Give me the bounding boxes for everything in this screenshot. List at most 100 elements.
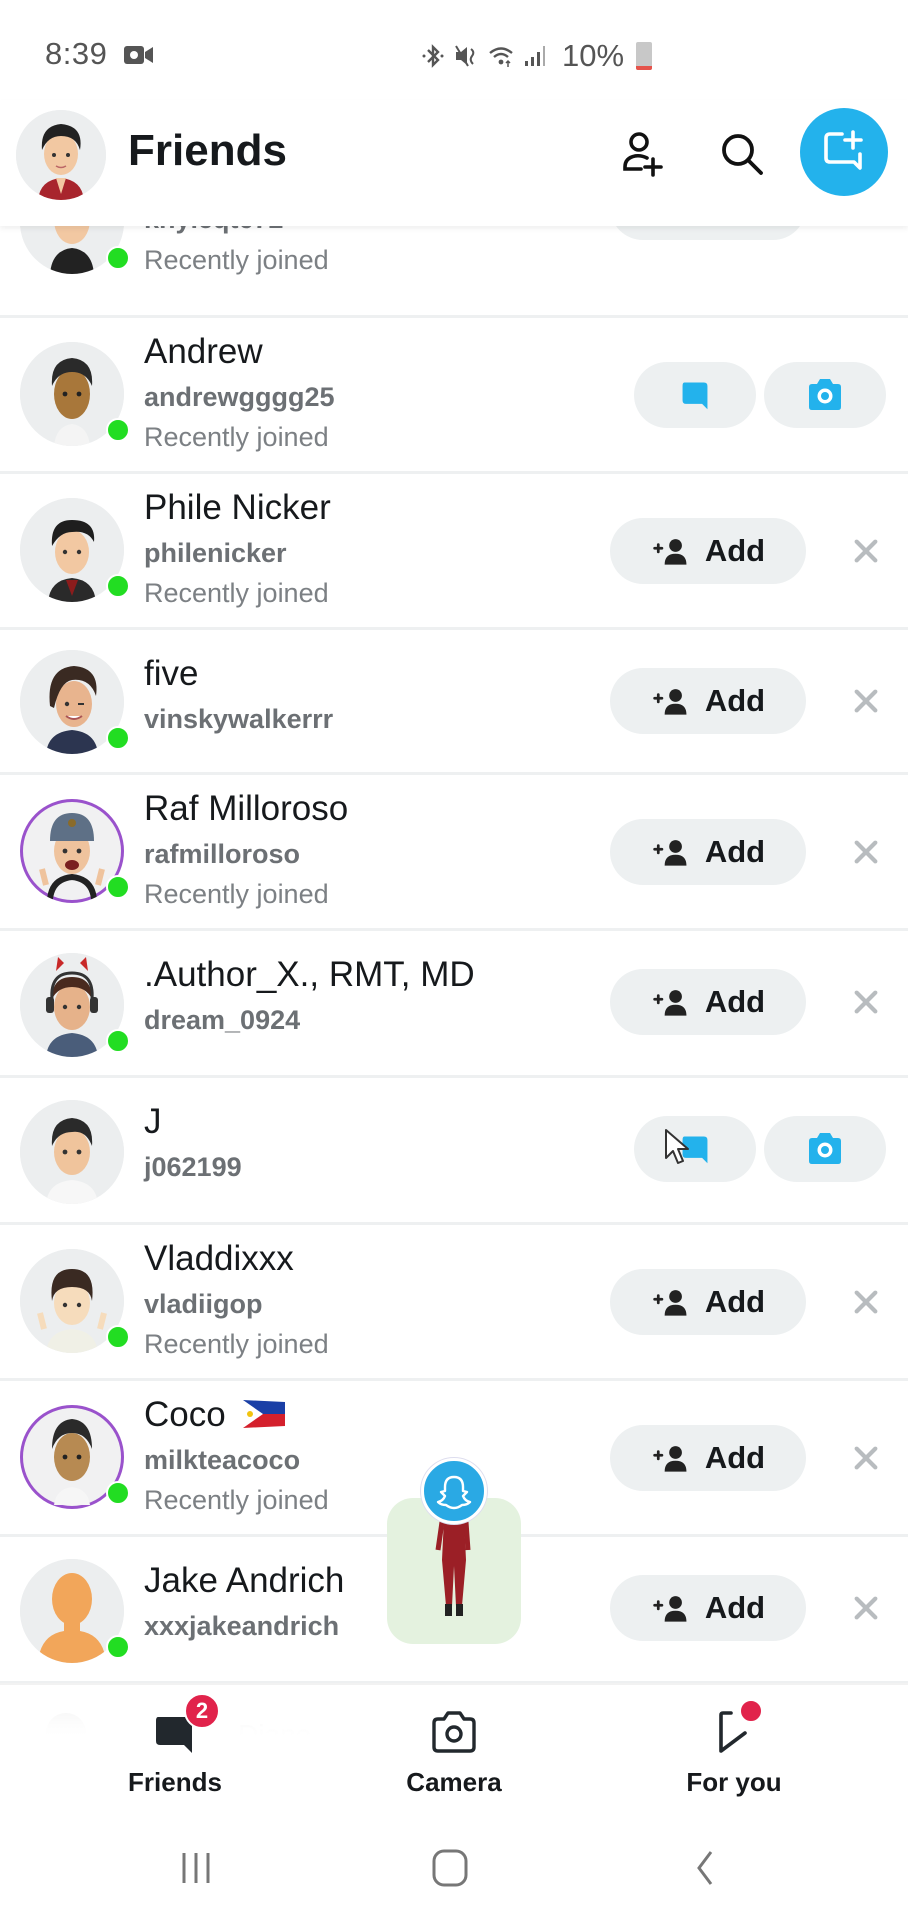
online-indicator xyxy=(106,1481,130,1505)
philippines-flag-icon xyxy=(243,1399,286,1428)
camera-icon xyxy=(805,1131,845,1167)
nav-tab-friends[interactable]: 2 Friends xyxy=(95,1693,255,1798)
online-indicator xyxy=(106,1325,130,1349)
add-label: Add xyxy=(704,1440,766,1475)
dismiss-button[interactable] xyxy=(846,1588,886,1628)
home-button[interactable] xyxy=(420,1843,480,1893)
display-name: Vladdixxx xyxy=(144,1239,294,1278)
dismiss-button[interactable] xyxy=(846,982,886,1022)
avatar-with-story-ring[interactable] xyxy=(20,799,130,903)
back-button[interactable] xyxy=(676,1843,736,1893)
display-name: Phile Nicker xyxy=(144,488,331,527)
display-name: Jake Andrich xyxy=(144,1561,345,1600)
add-person-icon xyxy=(651,687,691,715)
bitmoji-figure-icon xyxy=(435,1518,471,1616)
list-item[interactable]: Vladdixxx vladiigop Recently joined Add xyxy=(0,1225,908,1381)
mute-icon xyxy=(455,45,475,67)
username: milkteacoco xyxy=(144,1445,301,1475)
list-item[interactable]: Phile Nicker philenicker Recently joined… xyxy=(0,474,908,630)
add-friend-button[interactable]: Add xyxy=(610,1269,806,1335)
profile-avatar-button[interactable] xyxy=(16,110,106,200)
battery-percent: 10% xyxy=(562,38,625,73)
dismiss-button[interactable] xyxy=(846,681,886,721)
add-friend-button[interactable]: Add xyxy=(610,1575,806,1641)
dismiss-button[interactable] xyxy=(846,531,886,571)
camera-icon xyxy=(429,1707,479,1757)
close-icon xyxy=(852,838,880,866)
username: dream_0924 xyxy=(144,1005,301,1035)
close-icon xyxy=(852,988,880,1016)
add-label: Add xyxy=(704,533,766,568)
close-icon xyxy=(852,1594,880,1622)
username: andrewgggg25 xyxy=(144,382,335,412)
username: rafmilloroso xyxy=(144,839,301,869)
subtitle: Recently joined xyxy=(144,245,329,275)
snap-button[interactable] xyxy=(764,1116,886,1182)
add-friend-button[interactable]: Add xyxy=(610,969,806,1035)
add-friend-button[interactable] xyxy=(610,122,674,186)
new-chat-icon xyxy=(824,130,863,170)
status-bar: 8:39 10% xyxy=(0,0,908,100)
online-indicator xyxy=(106,574,130,598)
subtitle: Recently joined xyxy=(144,1485,329,1515)
back-icon xyxy=(697,1851,713,1885)
add-person-icon xyxy=(651,1594,691,1622)
wifi-icon xyxy=(489,47,513,67)
for-you-icon xyxy=(709,1699,763,1757)
list-item[interactable]: .Author_X., RMT, MD dream_0924 Add xyxy=(0,931,908,1078)
dismiss-button[interactable] xyxy=(846,1282,886,1322)
new-chat-button[interactable] xyxy=(800,108,888,196)
list-item[interactable]: Raf Milloroso rafmilloroso Recently join… xyxy=(0,775,908,931)
status-icons: 10% xyxy=(420,36,653,76)
username: xxxjakeandrich xyxy=(144,1611,340,1641)
username: vladiigop xyxy=(144,1289,263,1319)
online-indicator xyxy=(106,726,130,750)
avatar xyxy=(20,1100,124,1204)
nav-label: Camera xyxy=(406,1767,502,1797)
page-title: Friends xyxy=(128,126,287,175)
add-person-icon xyxy=(651,988,691,1016)
add-friend-button[interactable]: Add xyxy=(610,518,806,584)
add-friend-button[interactable]: Add xyxy=(610,668,806,734)
add-friend-button[interactable]: Add xyxy=(610,1425,806,1491)
snap-button[interactable] xyxy=(764,362,886,428)
add-friend-button[interactable]: Add xyxy=(610,819,806,885)
chat-icon: 2 xyxy=(150,1693,220,1757)
subtitle: Recently joined xyxy=(144,879,329,909)
dismiss-button[interactable] xyxy=(846,1438,886,1478)
avatar xyxy=(20,650,130,754)
snap-ghost-button[interactable] xyxy=(421,1458,487,1524)
display-name: Raf Milloroso xyxy=(144,789,349,828)
avatar-with-story-ring[interactable] xyxy=(20,1405,130,1509)
chat-icon xyxy=(679,378,711,412)
add-label: Add xyxy=(704,683,766,718)
list-item[interactable]: J j062199 xyxy=(0,1078,908,1225)
chat-button[interactable] xyxy=(634,362,756,428)
online-indicator xyxy=(106,1635,130,1659)
username: philenicker xyxy=(144,538,287,568)
display-name: .Author_X., RMT, MD xyxy=(144,955,475,994)
search-icon xyxy=(722,134,763,175)
nav-tab-for-you[interactable]: For you xyxy=(654,1699,814,1798)
add-label: Add xyxy=(704,834,766,869)
add-label: Add xyxy=(704,1590,766,1625)
nav-tab-camera[interactable]: Camera xyxy=(374,1707,534,1798)
app-header: Friends xyxy=(0,100,908,226)
display-name: Coco xyxy=(144,1395,286,1435)
close-icon xyxy=(852,537,880,565)
search-button[interactable] xyxy=(710,122,774,186)
add-label: Add xyxy=(704,984,766,1019)
subtitle: Recently joined xyxy=(144,578,329,608)
subtitle: Recently joined xyxy=(144,422,329,452)
online-indicator xyxy=(106,418,130,442)
dismiss-button[interactable] xyxy=(846,832,886,872)
snapchat-ghost-icon xyxy=(436,1475,472,1510)
bottom-nav: 2 Friends Camera For you xyxy=(0,1683,908,1813)
recents-button[interactable] xyxy=(166,1843,226,1893)
list-item[interactable]: five vinskywalkerrr Add xyxy=(0,630,908,775)
list-item[interactable]: Andrew andrewgggg25 Recently joined xyxy=(0,318,908,474)
status-time: 8:39 xyxy=(45,36,108,71)
close-icon xyxy=(852,687,880,715)
close-icon xyxy=(852,1288,880,1316)
chat-button[interactable] xyxy=(634,1116,756,1182)
